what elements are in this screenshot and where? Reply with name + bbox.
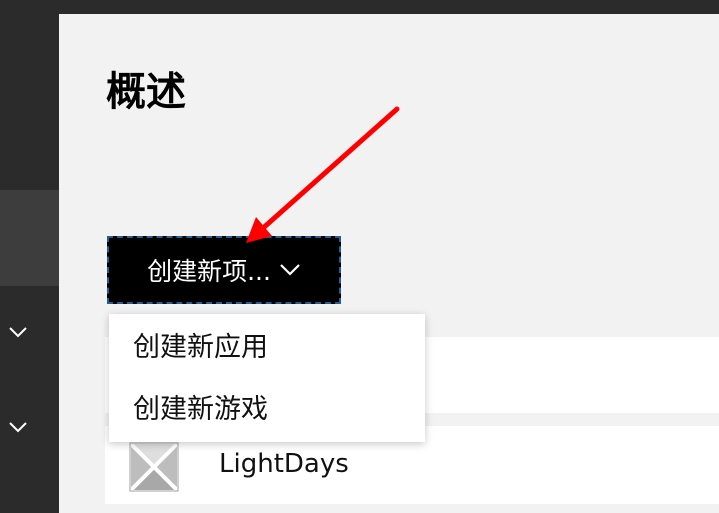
create-dropdown-menu: 创建新应用 创建新游戏	[109, 314, 425, 442]
chevron-down-icon	[280, 264, 300, 276]
app-name: LightDays	[219, 449, 349, 479]
create-button-label: 创建新项...	[147, 257, 271, 286]
chevron-down-icon[interactable]	[8, 417, 28, 437]
window-top-strip	[0, 0, 719, 14]
page-title: 概述	[106, 69, 186, 115]
lightdays-logo-svg	[129, 442, 179, 492]
chevron-down-icon[interactable]	[8, 322, 28, 342]
menu-item-create-app[interactable]: 创建新应用	[133, 322, 268, 374]
create-new-item-button[interactable]: 创建新项...	[107, 236, 341, 304]
menu-item-create-game[interactable]: 创建新游戏	[133, 384, 268, 436]
lightdays-logo-icon	[129, 442, 179, 492]
sidebar	[0, 0, 59, 513]
sidebar-selected-item[interactable]	[0, 190, 59, 286]
chevron-down-icon-svg	[9, 422, 27, 433]
chevron-down-icon-svg	[9, 327, 27, 338]
